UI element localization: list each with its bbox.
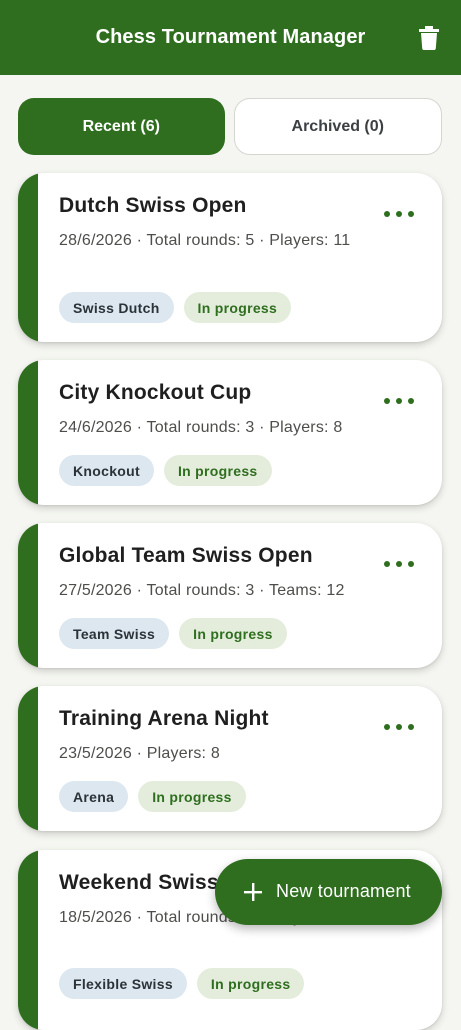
tournament-meta: 27/5/2026 · Total rounds: 3 · Teams: 12	[59, 582, 345, 599]
tournament-card-training-arena-night[interactable]: Training Arena Night 23/5/2026 · Players…	[18, 686, 442, 831]
card-accent	[18, 850, 38, 1030]
status-chip: In progress	[138, 781, 246, 812]
more-options-button[interactable]	[384, 559, 414, 569]
more-dot-icon	[384, 211, 390, 217]
new-tournament-button[interactable]: New tournament	[215, 859, 442, 925]
type-chip: Team Swiss	[59, 618, 170, 649]
plus-icon	[244, 883, 262, 901]
status-chip: In progress	[179, 618, 287, 649]
card-accent	[18, 686, 38, 831]
tab-recent[interactable]: Recent (6)	[18, 98, 225, 155]
card-accent	[18, 523, 38, 668]
more-dot-icon	[396, 561, 402, 567]
new-tournament-label: New tournament	[276, 881, 411, 901]
type-chip: Swiss Dutch	[59, 292, 174, 323]
tournament-card-global-team-swiss-open[interactable]: Global Team Swiss Open 27/5/2026 · Total…	[18, 523, 442, 668]
more-dot-icon	[396, 724, 402, 730]
card-accent	[18, 173, 38, 342]
type-chip: Flexible Swiss	[59, 968, 187, 999]
tournament-chips: Knockout In progress	[59, 455, 272, 486]
tournament-chips: Team Swiss In progress	[59, 618, 287, 649]
tournament-chips: Arena In progress	[59, 781, 246, 812]
trash-icon	[419, 26, 439, 50]
status-chip: In progress	[183, 292, 292, 323]
tournament-card-dutch-swiss-open[interactable]: Dutch Swiss Open 28/6/2026 · Total round…	[18, 173, 442, 342]
more-dot-icon	[408, 398, 414, 404]
card-accent	[18, 360, 38, 505]
tab-archived[interactable]: Archived (0)	[233, 98, 442, 155]
more-dot-icon	[384, 398, 390, 404]
more-options-button[interactable]	[384, 396, 414, 406]
tournament-meta: 24/6/2026 · Total rounds: 3 · Players: 8	[59, 419, 343, 436]
more-dot-icon	[384, 561, 390, 567]
tournament-meta: 28/6/2026 · Total rounds: 5 · Players: 1…	[59, 232, 351, 249]
tab-bar: Recent (6) Archived (0)	[18, 98, 442, 156]
status-chip: In progress	[196, 968, 305, 999]
type-chip: Arena	[59, 781, 129, 812]
tournament-card-city-knockout-cup[interactable]: City Knockout Cup 24/6/2026 · Total roun…	[18, 360, 442, 505]
type-chip: Knockout	[59, 455, 154, 486]
more-dot-icon	[408, 561, 414, 567]
app-bar: Chess Tournament Manager	[0, 0, 461, 75]
status-chip: In progress	[163, 455, 272, 486]
more-dot-icon	[396, 398, 402, 404]
tournament-title: Dutch Swiss Open	[59, 194, 247, 217]
tournament-title: Weekend Swiss	[59, 871, 219, 894]
more-options-button[interactable]	[384, 209, 414, 219]
tournament-title: Global Team Swiss Open	[59, 544, 313, 567]
tournament-title: City Knockout Cup	[59, 381, 252, 404]
more-options-button[interactable]	[384, 722, 414, 732]
tournament-title: Training Arena Night	[59, 707, 269, 730]
more-dot-icon	[384, 724, 390, 730]
tournament-meta: 23/5/2026 · Players: 8	[59, 745, 220, 762]
more-dot-icon	[408, 211, 414, 217]
delete-button[interactable]	[417, 24, 441, 52]
tournament-chips: Flexible Swiss In progress	[59, 968, 305, 999]
more-dot-icon	[408, 724, 414, 730]
app-title: Chess Tournament Manager	[95, 26, 366, 48]
tournament-chips: Swiss Dutch In progress	[59, 292, 292, 323]
more-dot-icon	[396, 211, 402, 217]
